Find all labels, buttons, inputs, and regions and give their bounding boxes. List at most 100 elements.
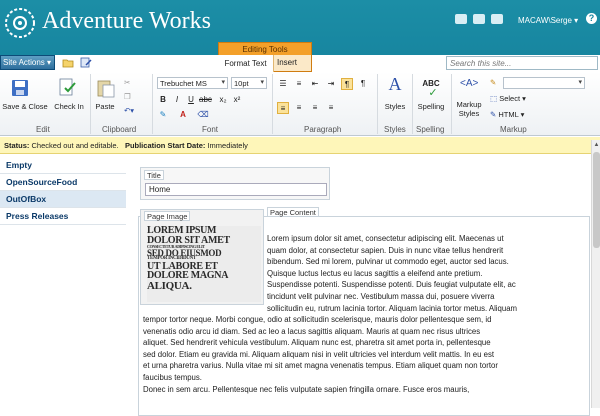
language-icon[interactable]: ✎ <box>490 78 496 87</box>
italic-button[interactable]: I <box>171 94 183 106</box>
content-line: bibendum. Sed mi lorem, pulvinar ut comm… <box>267 257 509 267</box>
site-actions-menu[interactable]: Site Actions <box>0 55 55 70</box>
title-input[interactable]: Home <box>145 183 327 196</box>
clipboard-group-label: Clipboard <box>102 125 137 134</box>
bold-button[interactable]: B <box>157 94 169 106</box>
undo-icon[interactable]: ↶▾ <box>124 106 134 115</box>
page-content-text-continued[interactable]: tempor tortor neque. Morbi congue, odio … <box>143 314 589 395</box>
status-text: Checked out and editable. <box>31 141 119 150</box>
title-label: Title <box>144 170 164 180</box>
markup-styles-button[interactable]: Markup Styles <box>454 100 484 118</box>
nav-item-empty[interactable]: Empty <box>0 157 126 174</box>
search-input[interactable]: Search this site... <box>446 56 598 70</box>
help-icon[interactable]: ? <box>586 13 597 24</box>
tab-publish[interactable]: Publish <box>180 58 206 67</box>
html-icon: ✎ <box>490 110 497 119</box>
markup-style-select[interactable] <box>503 77 585 89</box>
nav-item-press-releases[interactable]: Press Releases <box>0 208 126 225</box>
divider <box>412 74 413 134</box>
tab-browse[interactable]: Browse <box>104 58 131 67</box>
image-text-line: ALIQUA. <box>147 279 192 292</box>
divider <box>152 74 153 134</box>
divider <box>377 74 378 134</box>
styles-button[interactable]: Styles <box>380 102 410 111</box>
user-menu[interactable]: MACAW\Serge <box>518 16 578 25</box>
paragraph-group-label: Paragraph <box>304 125 342 134</box>
page-image-container[interactable]: Page Image LOREM IPSUM DOLOR SIT AMET CONS… <box>140 209 264 305</box>
styles-icon: A <box>388 74 402 94</box>
clear-format-icon[interactable]: ⌫ <box>197 109 209 121</box>
html-button[interactable]: ✎ HTML ▾ <box>490 110 524 119</box>
tab-page[interactable]: Page <box>146 58 165 67</box>
markup-group-label: Markup <box>500 125 527 134</box>
html-label: HTML <box>498 110 519 119</box>
content-line: Lorem ipsum dolor sit amet, consectetur … <box>267 234 504 243</box>
justify-icon[interactable]: ≡ <box>325 102 337 114</box>
styles-group-label: Styles <box>384 125 406 134</box>
save-close-button[interactable]: Save & Close <box>2 102 48 111</box>
content-line: Quisque luctus lectus eu lacus sagittis … <box>267 268 483 278</box>
ltr-icon[interactable]: ¶ <box>341 78 353 90</box>
nav-item-opensourcefood[interactable]: OpenSourceFood <box>0 174 126 191</box>
edit-group-label: Edit <box>36 125 50 134</box>
align-right-icon[interactable]: ≡ <box>309 102 321 114</box>
check-in-icon <box>59 78 76 96</box>
paste-icon <box>97 80 115 98</box>
superscript-button[interactable]: x² <box>231 94 243 106</box>
page-image-label: Page Image <box>144 211 191 221</box>
status-prefix: Status: <box>4 141 30 150</box>
underline-button[interactable]: U <box>185 94 197 106</box>
cut-icon[interactable]: ✂ <box>124 78 130 87</box>
content-line: venenatis odio arcu id diam. Sed ac leo … <box>143 326 481 336</box>
tab-insert[interactable]: Insert <box>277 58 297 67</box>
font-color-icon[interactable]: A <box>177 109 189 121</box>
tag-icon[interactable] <box>455 14 467 24</box>
paste-button[interactable]: Paste <box>92 102 118 111</box>
font-size-select[interactable]: 10pt <box>231 77 267 89</box>
subscript-button[interactable]: x₂ <box>217 94 229 106</box>
content-line: faucibus tempus. <box>143 372 202 382</box>
align-center-icon[interactable]: ≡ <box>293 102 305 114</box>
numbering-icon[interactable]: ≡ <box>293 78 305 90</box>
content-line: Donec in sem arcu. Pellentesque nec feli… <box>143 384 470 394</box>
spelling-button[interactable]: Spelling <box>414 102 448 111</box>
site-title[interactable]: Adventure Works <box>42 8 211 35</box>
scrollbar-thumb[interactable] <box>593 152 600 248</box>
highlight-color-icon[interactable]: ✎ <box>157 109 169 121</box>
content-line: sollicitudin eu, rutrum lacinia tortor. … <box>267 303 518 313</box>
content-line: aliquet. Sed hendrerit vehicula vestibul… <box>143 338 491 348</box>
page-image[interactable]: LOREM IPSUM DOLOR SIT AMET CONSECTETUR ADI… <box>147 226 261 302</box>
navigate-up-icon[interactable] <box>62 57 74 68</box>
select-button[interactable]: ⬚ Select ▾ <box>490 94 526 103</box>
ribbon: Save & Close Check In Edit Paste ✂ ❐ ↶▾ … <box>0 72 600 136</box>
divider <box>272 74 273 134</box>
rtl-icon[interactable]: ¶ <box>357 78 369 90</box>
check-in-button[interactable]: Check In <box>50 102 88 111</box>
content-line: tempor tortor neque. Morbi congue, odio … <box>143 315 492 324</box>
scroll-up-icon[interactable]: ▲ <box>593 142 600 150</box>
status-bar: Status: Checked out and editable. Public… <box>0 137 600 154</box>
title-field-container: Title Home <box>140 167 330 200</box>
align-left-icon[interactable]: ≡ <box>277 102 289 114</box>
tab-format-text[interactable]: Format Text <box>218 55 274 72</box>
bullets-icon[interactable]: ☰ <box>277 78 289 90</box>
share-icon[interactable] <box>491 14 504 24</box>
page-content-label: Page Content <box>267 207 319 217</box>
font-group-label: Font <box>202 125 219 134</box>
increase-indent-icon[interactable]: ⇥ <box>325 78 337 90</box>
select-label: Select <box>499 94 521 103</box>
strikethrough-button[interactable]: abc <box>199 94 212 106</box>
top-icons <box>455 14 507 26</box>
page-content-text[interactable]: Lorem ipsum dolor sit amet, consectetur … <box>267 233 589 314</box>
content-line: et urna pharetra varius. Nulla vitae mi … <box>143 361 498 371</box>
decrease-indent-icon[interactable]: ⇤ <box>309 78 321 90</box>
editing-tools-group-label: Editing Tools <box>218 42 312 55</box>
nav-item-outofbox[interactable]: OutOfBox <box>0 191 126 208</box>
select-icon: ⬚ <box>490 94 498 103</box>
edit-page-icon[interactable] <box>80 57 92 68</box>
content-line: Suspendisse potenti. Suspendisse potenti… <box>267 280 516 290</box>
notes-icon[interactable] <box>473 14 486 24</box>
vertical-scrollbar[interactable]: ▲ <box>591 140 600 408</box>
font-family-select[interactable]: Trebuchet MS <box>157 77 228 89</box>
copy-icon[interactable]: ❐ <box>124 92 131 101</box>
